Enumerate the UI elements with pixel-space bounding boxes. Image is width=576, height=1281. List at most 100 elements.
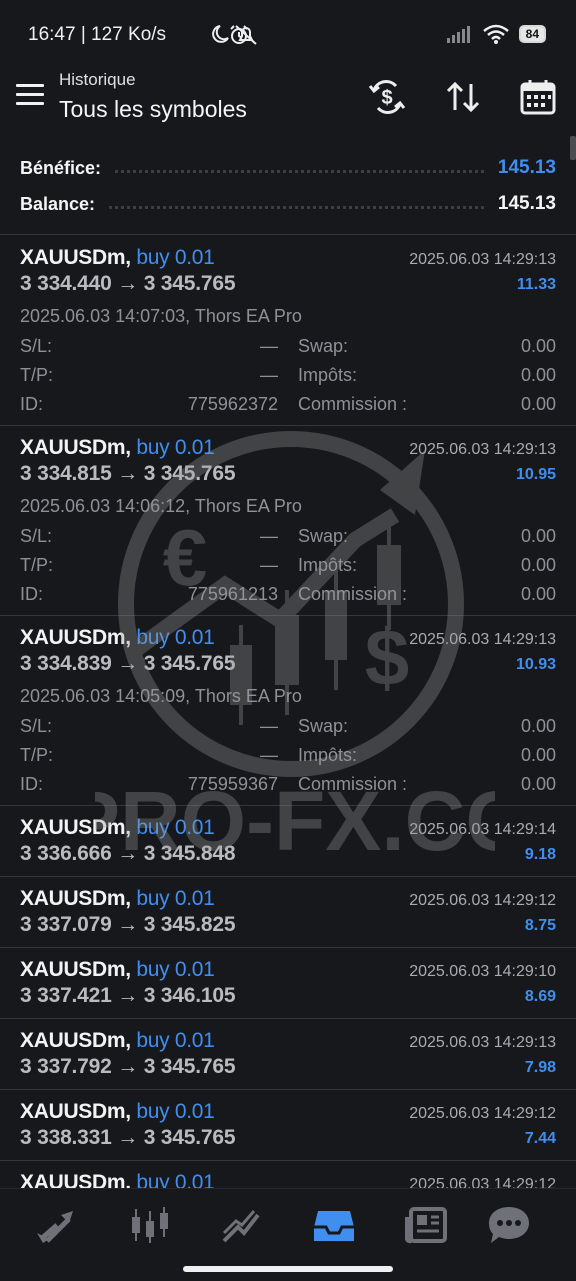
symbol-text: XAUUSDm, bbox=[20, 246, 131, 269]
trade-profit: 8.69 bbox=[524, 988, 556, 1005]
trade-open-info: 2025.06.03 14:07:03, Thors EA Pro bbox=[20, 306, 302, 326]
taxes-label: Impôts: bbox=[298, 745, 358, 765]
trade-profit: 9.18 bbox=[524, 846, 556, 863]
id-label: ID: bbox=[20, 584, 44, 604]
trade-symbol: XAUUSDm, buy 0.01 bbox=[20, 1171, 215, 1188]
trade-row[interactable]: XAUUSDm, buy 0.01 2025.06.03 14:29:13 3 … bbox=[0, 1019, 576, 1090]
detail-line: S/L: — Swap: 0.00 bbox=[20, 336, 556, 360]
trade-close-time: 2025.06.03 14:29:12 bbox=[409, 892, 556, 909]
app-header: Historique Tous les symboles $ bbox=[0, 66, 576, 136]
trade-profit: 7.44 bbox=[524, 1130, 556, 1147]
balance-row: Balance: 145.13 bbox=[20, 189, 556, 219]
sl-label: S/L: bbox=[20, 526, 53, 546]
currency-exchange-icon[interactable]: $ bbox=[368, 78, 406, 116]
balance-label: Balance: bbox=[20, 193, 96, 214]
tp-label: T/P: bbox=[20, 555, 54, 575]
trade-side: buy 0.01 bbox=[136, 246, 215, 269]
trade-side: buy 0.01 bbox=[136, 626, 215, 649]
detail-line: ID: 775962372 Commission : 0.00 bbox=[20, 394, 556, 418]
trade-symbol: XAUUSDm, buy 0.01 bbox=[20, 816, 215, 840]
trade-row[interactable]: XAUUSDm, buy 0.01 2025.06.03 14:29:12 3 … bbox=[0, 877, 576, 948]
trade-symbol: XAUUSDm, buy 0.01 bbox=[20, 626, 215, 650]
chat-icon[interactable] bbox=[485, 1203, 533, 1247]
chart-icon[interactable] bbox=[218, 1203, 266, 1247]
trade-prices: 3 338.331 → 3 345.765 bbox=[20, 1126, 236, 1149]
news-icon[interactable] bbox=[403, 1203, 451, 1247]
trade-side: buy 0.01 bbox=[136, 816, 215, 839]
trade-prices: 3 337.079 → 3 345.825 bbox=[20, 913, 236, 936]
trade-icon[interactable] bbox=[33, 1203, 81, 1247]
trade-side: buy 0.01 bbox=[136, 1029, 215, 1052]
taxes-value: 0.00 bbox=[520, 745, 556, 765]
taxes-value: 0.00 bbox=[520, 365, 556, 385]
commission-value: 0.00 bbox=[520, 774, 556, 794]
trade-row[interactable]: XAUUSDm, buy 0.01 2025.06.03 14:29:13 3 … bbox=[0, 616, 576, 806]
balance-value: 145.13 bbox=[497, 193, 556, 214]
taxes-value: 0.00 bbox=[520, 555, 556, 575]
symbol-text: XAUUSDm, bbox=[20, 1171, 131, 1188]
symbol-text: XAUUSDm, bbox=[20, 887, 131, 910]
trade-profit: 10.95 bbox=[515, 466, 556, 483]
trade-prices: 3 334.440 → 3 345.765 bbox=[20, 272, 236, 295]
commission-label: Commission : bbox=[298, 774, 408, 794]
commission-value: 0.00 bbox=[520, 394, 556, 414]
trade-close-time: 2025.06.03 14:29:14 bbox=[409, 821, 556, 838]
trade-history-list[interactable]: XAUUSDm, buy 0.01 2025.06.03 14:29:13 3 … bbox=[0, 236, 576, 1188]
status-time-speed: 16:47 | 127 Ko/s bbox=[28, 24, 167, 45]
swap-value: 0.00 bbox=[520, 526, 556, 546]
header-title[interactable]: Tous les symboles bbox=[59, 96, 247, 123]
dotted-leader bbox=[109, 205, 484, 209]
trade-row[interactable]: XAUUSDm, buy 0.01 2025.06.03 14:29:14 3 … bbox=[0, 806, 576, 877]
trade-profit: 7.98 bbox=[524, 1059, 556, 1076]
sort-icon[interactable] bbox=[444, 78, 482, 116]
detail-line: T/P: — Impôts: 0.00 bbox=[20, 745, 556, 769]
detail-line: S/L: — Swap: 0.00 bbox=[20, 716, 556, 740]
taxes-label: Impôts: bbox=[298, 555, 358, 575]
menu-icon[interactable] bbox=[16, 84, 44, 106]
trade-prices: 3 334.839 → 3 345.765 bbox=[20, 652, 236, 675]
symbol-text: XAUUSDm, bbox=[20, 958, 131, 981]
trade-row[interactable]: XAUUSDm, buy 0.01 2025.06.03 14:29:13 3 … bbox=[0, 236, 576, 426]
trade-row[interactable]: XAUUSDm, buy 0.01 2025.06.03 14:29:12 3 … bbox=[0, 1090, 576, 1161]
trade-open-info: 2025.06.03 14:06:12, Thors EA Pro bbox=[20, 496, 302, 516]
history-inbox-icon[interactable] bbox=[310, 1203, 358, 1247]
battery-indicator: 84 bbox=[518, 25, 546, 43]
sl-value: — bbox=[260, 526, 278, 546]
sl-value: — bbox=[260, 716, 278, 736]
swap-label: Swap: bbox=[298, 336, 349, 356]
tp-value: — bbox=[260, 745, 278, 765]
id-value: 775962372 bbox=[187, 394, 278, 414]
id-value: 775961213 bbox=[187, 584, 278, 604]
trade-side: buy 0.01 bbox=[136, 1100, 215, 1123]
home-indicator[interactable] bbox=[183, 1266, 393, 1272]
id-label: ID: bbox=[20, 774, 44, 794]
dotted-leader bbox=[115, 169, 484, 173]
taxes-label: Impôts: bbox=[298, 365, 358, 385]
id-value: 775959367 bbox=[187, 774, 278, 794]
status-bar: 16:47 | 127 Ko/s 84 bbox=[0, 0, 576, 70]
calendar-icon[interactable] bbox=[519, 78, 557, 116]
trade-prices: 3 336.666 → 3 345.848 bbox=[20, 842, 236, 865]
trade-prices: 3 337.421 → 3 346.105 bbox=[20, 984, 236, 1007]
tp-label: T/P: bbox=[20, 745, 54, 765]
trade-row[interactable]: XAUUSDm, buy 0.01 2025.06.03 14:29:13 3 … bbox=[0, 426, 576, 616]
trade-row[interactable]: XAUUSDm, buy 0.01 2025.06.03 14:29:12 bbox=[0, 1161, 576, 1188]
trade-profit: 10.93 bbox=[515, 656, 556, 673]
sl-value: — bbox=[260, 336, 278, 356]
sl-label: S/L: bbox=[20, 716, 53, 736]
trade-side: buy 0.01 bbox=[136, 958, 215, 981]
detail-line: T/P: — Impôts: 0.00 bbox=[20, 365, 556, 389]
trade-open-info: 2025.06.03 14:05:09, Thors EA Pro bbox=[20, 686, 302, 706]
signal-icon bbox=[446, 26, 470, 43]
swap-value: 0.00 bbox=[520, 336, 556, 356]
trade-side: buy 0.01 bbox=[136, 436, 215, 459]
symbol-text: XAUUSDm, bbox=[20, 436, 131, 459]
symbol-text: XAUUSDm, bbox=[20, 816, 131, 839]
trade-symbol: XAUUSDm, buy 0.01 bbox=[20, 436, 215, 460]
id-label: ID: bbox=[20, 394, 44, 414]
status-right-icons: 84 bbox=[446, 24, 546, 44]
trade-row[interactable]: XAUUSDm, buy 0.01 2025.06.03 14:29:10 3 … bbox=[0, 948, 576, 1019]
quotes-candles-icon[interactable] bbox=[126, 1203, 174, 1247]
tp-value: — bbox=[260, 365, 278, 385]
wifi-icon bbox=[482, 24, 509, 44]
